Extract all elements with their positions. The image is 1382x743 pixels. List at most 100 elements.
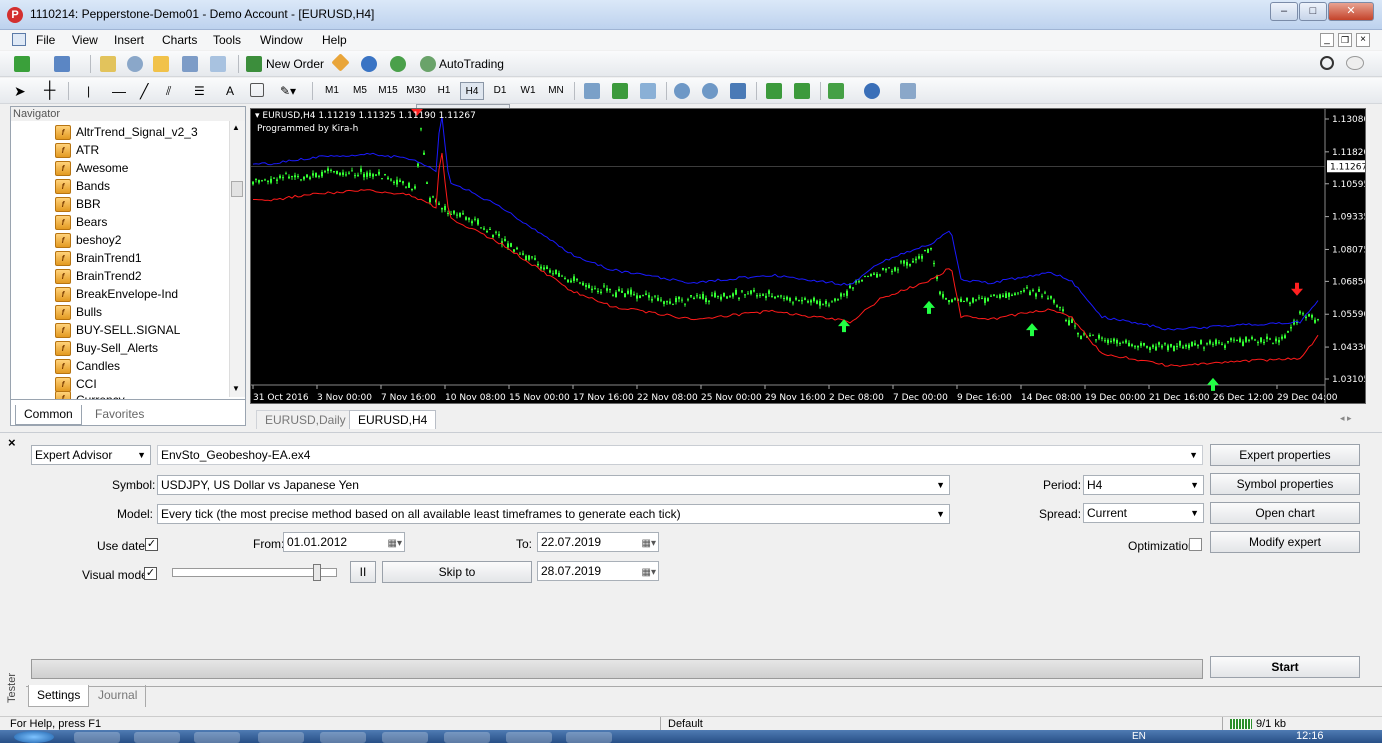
navigator-item[interactable]: f beshoy2: [55, 231, 121, 249]
language-indicator[interactable]: EN: [1132, 731, 1146, 742]
tab-favorites[interactable]: Favorites: [87, 405, 152, 425]
tab-common[interactable]: Common: [15, 405, 82, 425]
chart-tab-h4[interactable]: EURUSD,H4: [349, 410, 437, 429]
maximize-button[interactable]: □: [1299, 2, 1327, 21]
chart-tab-daily[interactable]: EURUSD,Daily: [256, 410, 355, 429]
expert-select[interactable]: EnvSto_Geobeshoy-EA.ex4 ▼: [157, 445, 1203, 465]
arrows-icon[interactable]: ✎▾: [280, 82, 296, 100]
to-date-field[interactable]: 22.07.2019 ▦▾: [537, 532, 659, 552]
tab-settings[interactable]: Settings: [28, 685, 90, 707]
terminal-icon[interactable]: [182, 56, 198, 72]
autotrading-button[interactable]: AutoTrading: [439, 55, 504, 73]
start-button[interactable]: Start: [1210, 656, 1360, 678]
app-taskbar-icon[interactable]: [382, 732, 428, 743]
strategy-tester-icon[interactable]: [210, 56, 226, 72]
skip-to-button[interactable]: Skip to: [382, 561, 532, 583]
skip-date-field[interactable]: 28.07.2019 ▦▾: [537, 561, 659, 581]
text-label-icon[interactable]: [250, 83, 264, 97]
timeframe-w1[interactable]: W1: [516, 82, 540, 100]
optimization-checkbox[interactable]: [1189, 538, 1202, 551]
menu-insert[interactable]: Insert: [114, 33, 144, 47]
navigator-item[interactable]: f BreakEnvelope-Ind: [55, 285, 178, 303]
menu-window[interactable]: Window: [260, 33, 303, 47]
navigator-item[interactable]: f Awesome: [55, 159, 128, 177]
price-chart[interactable]: 1.13080 1.11820 1.10595 1.09335 1.08075 1.068…: [250, 108, 1366, 404]
navigator-item[interactable]: f Candles: [55, 357, 120, 375]
mdi-minimize-icon[interactable]: _: [1320, 33, 1334, 47]
expert-properties-button[interactable]: Expert properties: [1210, 444, 1360, 466]
scroll-thumb[interactable]: [231, 181, 243, 197]
pepperstone-taskbar-icon[interactable]: [444, 732, 490, 743]
timeframe-m30[interactable]: M30: [404, 82, 428, 100]
periods-icon[interactable]: [864, 83, 880, 99]
new-order-button[interactable]: New Order: [266, 55, 324, 73]
close-button[interactable]: ✕: [1328, 2, 1374, 21]
menu-file[interactable]: File: [36, 33, 55, 47]
channel-icon[interactable]: ⫽: [166, 82, 171, 100]
text-tool-icon[interactable]: A: [226, 82, 234, 100]
from-date-field[interactable]: 01.01.2012 ▦▾: [283, 532, 405, 552]
autoscroll-icon[interactable]: [766, 83, 782, 99]
navigator-item[interactable]: f Bears: [55, 213, 107, 231]
cursor-icon[interactable]: ➤: [14, 82, 26, 100]
app-taskbar-icon[interactable]: [258, 732, 304, 743]
document-icon[interactable]: [12, 33, 26, 46]
menu-help[interactable]: Help: [322, 33, 347, 47]
templates-icon[interactable]: [900, 83, 916, 99]
crosshair-icon[interactable]: ┼: [44, 82, 55, 100]
visual-mode-checkbox[interactable]: ✓: [144, 567, 157, 580]
symbol-select[interactable]: USDJPY, US Dollar vs Japanese Yen ▼: [157, 475, 950, 495]
navigator-item[interactable]: f BUY-SELL.SIGNAL: [55, 321, 180, 339]
app-taskbar-icon[interactable]: [566, 732, 612, 743]
timeframe-d1[interactable]: D1: [488, 82, 512, 100]
model-select[interactable]: Every tick (the most precise method base…: [157, 504, 950, 524]
mdi-restore-icon[interactable]: ❐: [1338, 33, 1352, 47]
navigator-icon[interactable]: [153, 56, 169, 72]
modify-expert-button[interactable]: Modify expert: [1210, 531, 1360, 553]
spread-select[interactable]: Current ▼: [1083, 503, 1204, 523]
menu-charts[interactable]: Charts: [162, 33, 197, 47]
mdi-close-icon[interactable]: ×: [1356, 33, 1370, 47]
metaeditor-icon[interactable]: [331, 53, 350, 72]
navigator-item[interactable]: f Bulls: [55, 303, 102, 321]
profiles-icon[interactable]: [54, 56, 70, 72]
timeframe-h4[interactable]: H4: [460, 82, 484, 100]
timeframe-m5[interactable]: M5: [348, 82, 372, 100]
bar-chart-icon[interactable]: [584, 83, 600, 99]
use-date-checkbox[interactable]: ✓: [145, 538, 158, 551]
pause-button[interactable]: II: [350, 561, 376, 583]
navigator-item[interactable]: f BBR: [55, 195, 101, 213]
navigator-item[interactable]: f ATR: [55, 141, 99, 159]
calendar-icon[interactable]: ▦▾: [642, 535, 656, 553]
pepperstone-taskbar-icon[interactable]: [506, 732, 552, 743]
timeframe-m1[interactable]: M1: [320, 82, 344, 100]
navigator-scrollbar[interactable]: ▲ ▼: [229, 121, 245, 397]
tile-windows-icon[interactable]: [730, 83, 746, 99]
chart-tabs-scroll-icon[interactable]: ◂ ▸: [1340, 413, 1352, 424]
timeframe-mn[interactable]: MN: [544, 82, 568, 100]
visual-speed-thumb[interactable]: [313, 564, 322, 581]
open-chart-button[interactable]: Open chart: [1210, 502, 1360, 524]
vertical-line-icon[interactable]: |: [87, 82, 90, 100]
search-icon[interactable]: [1320, 56, 1334, 70]
chart-shift-icon[interactable]: [794, 83, 810, 99]
app-taskbar-icon[interactable]: [320, 732, 366, 743]
new-chart-icon[interactable]: [14, 56, 30, 72]
visual-speed-slider[interactable]: [172, 564, 337, 581]
horizontal-line-icon[interactable]: —: [112, 82, 126, 100]
data-window-icon[interactable]: [127, 56, 143, 72]
minimize-button[interactable]: –: [1270, 2, 1298, 21]
navigator-item[interactable]: f BrainTrend2: [55, 267, 142, 285]
fibonacci-icon[interactable]: ☰: [194, 82, 205, 100]
scroll-up-icon[interactable]: ▲: [232, 123, 240, 132]
indicators-icon[interactable]: [828, 83, 844, 99]
navigator-item[interactable]: f BrainTrend1: [55, 249, 142, 267]
tab-journal[interactable]: Journal: [90, 685, 147, 707]
zoom-in-icon[interactable]: [674, 83, 690, 99]
candlestick-icon[interactable]: [612, 83, 628, 99]
navigator-item[interactable]: f Buy-Sell_Alerts: [55, 339, 158, 357]
line-chart-icon[interactable]: [640, 83, 656, 99]
timeframe-h1[interactable]: H1: [432, 82, 456, 100]
chrome-taskbar-icon[interactable]: [194, 732, 240, 743]
autotrading-icon[interactable]: [420, 56, 436, 72]
